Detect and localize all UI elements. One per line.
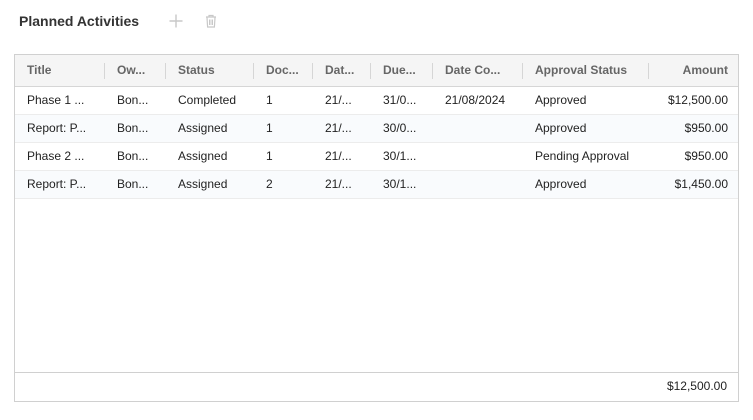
activities-table: Title Ow... Status Doc... Dat... Due... … xyxy=(14,54,739,402)
cell-documents: 1 xyxy=(266,93,273,107)
table-row[interactable]: Phase 2 ... Bon... Assigned 1 21/... 30/… xyxy=(15,143,738,171)
cell-owner: Bon... xyxy=(117,121,149,135)
cell-due: 30/1... xyxy=(383,177,417,191)
cell-title: Phase 2 ... xyxy=(27,149,85,163)
cell-documents: 1 xyxy=(266,149,273,163)
cell-due: 30/1... xyxy=(383,149,417,163)
delete-activity-button[interactable] xyxy=(201,11,221,31)
cell-date: 21/... xyxy=(325,93,352,107)
table-row[interactable]: Report: P... Bon... Assigned 1 21/... 30… xyxy=(15,115,738,143)
cell-status: Completed xyxy=(178,93,237,107)
add-activity-button[interactable] xyxy=(166,11,186,31)
trash-icon xyxy=(206,14,216,28)
cell-due: 30/0... xyxy=(383,121,417,135)
cell-date-completed: 21/08/2024 xyxy=(445,93,506,107)
cell-documents: 1 xyxy=(266,121,273,135)
cell-status: Assigned xyxy=(178,177,228,191)
cell-date-completed xyxy=(433,115,523,142)
cell-owner: Bon... xyxy=(117,177,149,191)
cell-date: 21/... xyxy=(325,177,352,191)
cell-approval-status: Approved xyxy=(535,177,587,191)
cell-title: Report: P... xyxy=(27,177,87,191)
cell-date: 21/... xyxy=(325,121,352,135)
cell-amount: $1,450.00 xyxy=(674,177,728,191)
column-header-documents[interactable]: Doc... xyxy=(254,55,313,86)
column-header-amount[interactable]: Amount xyxy=(649,55,740,86)
cell-status: Assigned xyxy=(178,149,228,163)
table-footer: $12,500.00 xyxy=(15,372,738,401)
cell-owner: Bon... xyxy=(117,93,149,107)
table-row[interactable]: Phase 1 ... Bon... Completed 1 21/... 31… xyxy=(15,87,738,115)
cell-approval-status: Pending Approval xyxy=(535,149,630,163)
cell-approval-status: Approved xyxy=(535,121,587,135)
amount-total: $12,500.00 xyxy=(666,379,727,393)
cell-date: 21/... xyxy=(325,149,352,163)
cell-date-completed xyxy=(433,143,523,170)
column-header-date[interactable]: Dat... xyxy=(313,55,371,86)
cell-amount: $950.00 xyxy=(684,149,728,163)
column-header-date-completed[interactable]: Date Co... xyxy=(433,55,523,86)
cell-amount: $12,500.00 xyxy=(667,93,728,107)
cell-documents: 2 xyxy=(266,177,273,191)
table-row[interactable]: Report: P... Bon... Assigned 2 21/... 30… xyxy=(15,171,738,199)
cell-date-completed xyxy=(433,171,523,198)
column-header-title[interactable]: Title xyxy=(15,55,105,86)
column-header-owner[interactable]: Ow... xyxy=(105,55,166,86)
cell-status: Assigned xyxy=(178,121,228,135)
table-body: Phase 1 ... Bon... Completed 1 21/... 31… xyxy=(15,87,738,199)
cell-due: 31/0... xyxy=(383,93,417,107)
column-header-approval-status[interactable]: Approval Status xyxy=(523,55,649,86)
plus-icon xyxy=(169,14,183,28)
cell-owner: Bon... xyxy=(117,149,149,163)
cell-title: Phase 1 ... xyxy=(27,93,85,107)
table-header: Title Ow... Status Doc... Dat... Due... … xyxy=(15,55,738,87)
cell-approval-status: Approved xyxy=(535,93,587,107)
column-header-status[interactable]: Status xyxy=(166,55,254,86)
panel-title: Planned Activities xyxy=(19,13,140,29)
cell-title: Report: P... xyxy=(27,121,87,135)
panel-header: Planned Activities xyxy=(19,11,139,31)
cell-amount: $950.00 xyxy=(684,121,728,135)
column-header-due[interactable]: Due... xyxy=(371,55,433,86)
